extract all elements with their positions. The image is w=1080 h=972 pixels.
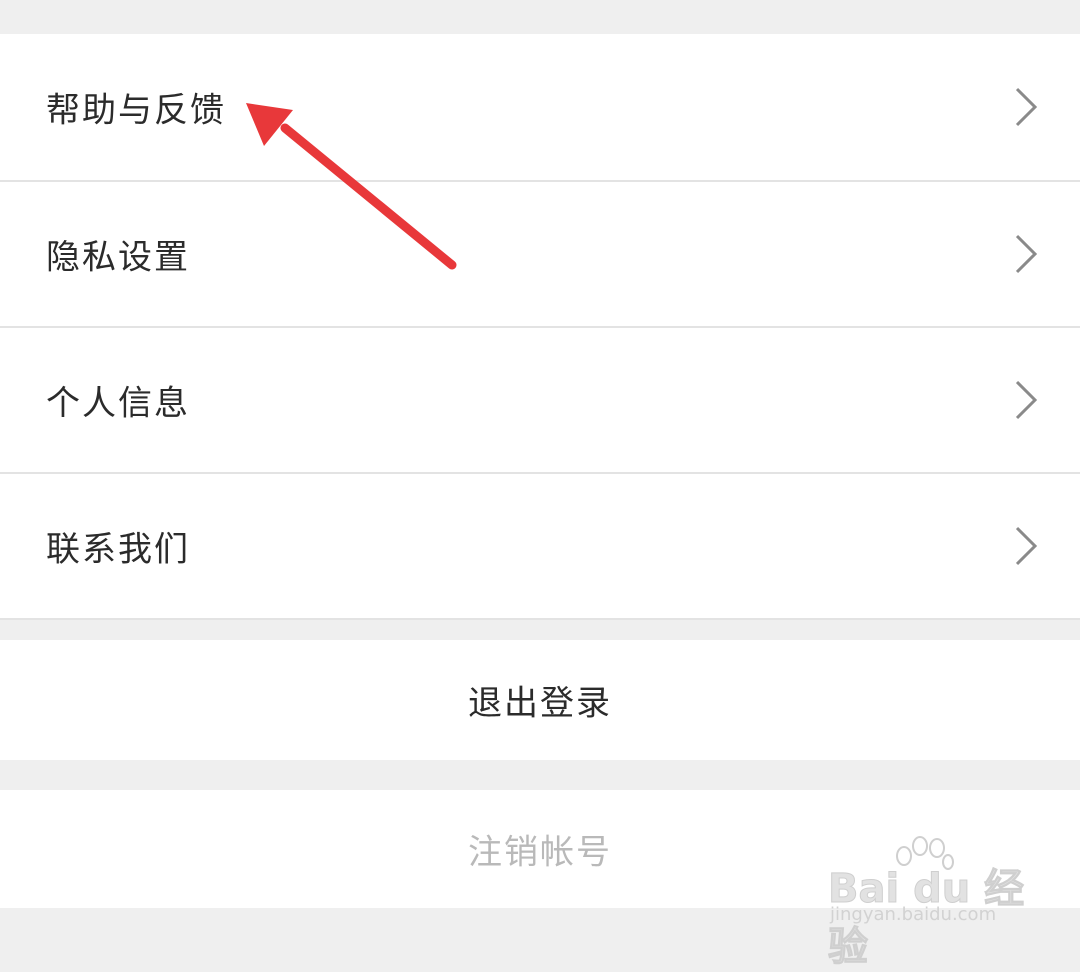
- settings-item-personal-info[interactable]: 个人信息: [0, 326, 1080, 472]
- settings-item-label: 个人信息: [46, 383, 190, 424]
- settings-item-contact-us[interactable]: 联系我们: [0, 472, 1080, 618]
- settings-item-label: 隐私设置: [46, 237, 190, 278]
- logout-label: 退出登录: [468, 683, 612, 724]
- settings-item-privacy[interactable]: 隐私设置: [0, 180, 1080, 326]
- settings-item-label: 联系我们: [46, 529, 190, 570]
- chevron-right-icon: [1015, 87, 1038, 127]
- logout-button[interactable]: 退出登录: [0, 640, 1080, 760]
- top-spacer: [0, 0, 1080, 34]
- settings-list: 帮助与反馈 隐私设置 个人信息 联系我们: [0, 34, 1080, 620]
- cancel-account-button[interactable]: 注销帐号: [0, 790, 1080, 908]
- chevron-right-icon: [1015, 526, 1038, 566]
- chevron-right-icon: [1015, 380, 1038, 420]
- settings-item-help-feedback[interactable]: 帮助与反馈: [0, 34, 1080, 180]
- cancel-account-label: 注销帐号: [468, 832, 612, 873]
- chevron-right-icon: [1015, 234, 1038, 274]
- section-spacer: [0, 760, 1080, 790]
- section-spacer: [0, 620, 1080, 640]
- settings-item-label: 帮助与反馈: [46, 90, 226, 131]
